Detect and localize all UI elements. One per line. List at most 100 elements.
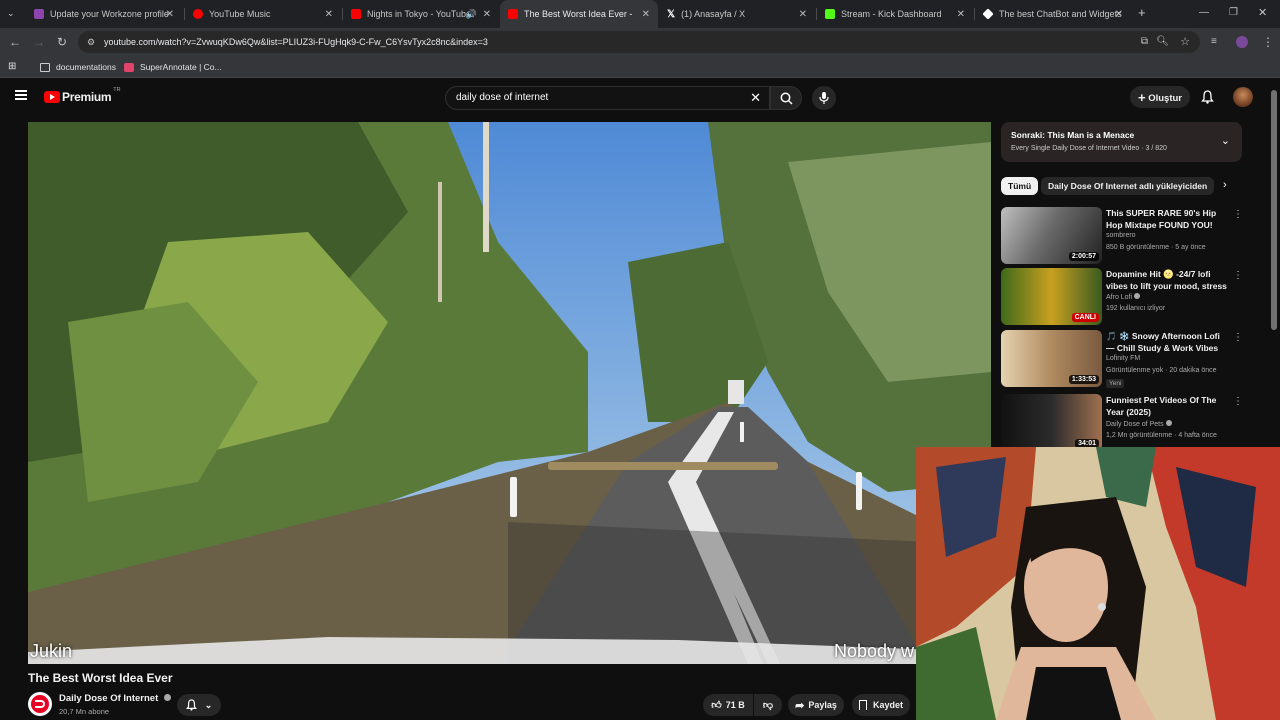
video-thumbnail[interactable]: 1:33:53 xyxy=(1001,330,1102,387)
channel-name[interactable]: Daily Dose Of Internet xyxy=(59,693,171,704)
close-tab-icon[interactable]: ✕ xyxy=(483,9,491,20)
recommendation-item[interactable]: 34:01 Funniest Pet Videos Of The Year (2… xyxy=(1001,394,1246,452)
bookmark-superannotate[interactable]: SuperAnnotate | Co... xyxy=(124,56,222,78)
chevron-down-icon[interactable]: ⌄ xyxy=(1221,134,1230,147)
save-button[interactable]: Kaydet xyxy=(852,694,910,716)
back-icon[interactable]: ← xyxy=(9,28,21,56)
chevron-right-icon[interactable]: › xyxy=(1223,179,1227,191)
create-button[interactable]: + Oluştur xyxy=(1130,86,1190,108)
more-options-icon[interactable]: ⋮ xyxy=(1233,209,1243,220)
audio-playing-icon[interactable]: 🔊 xyxy=(466,9,477,20)
chip-from-uploader[interactable]: Daily Dose Of Internet adlı yükleyiciden xyxy=(1041,177,1215,195)
bookmarks-bar: ⊞ documentations SuperAnnotate | Co... xyxy=(0,56,1280,78)
video-title[interactable]: 🎵 ❄️ Snowy Afternoon Lofi — Chill Study … xyxy=(1106,330,1230,354)
minimize-icon[interactable]: — xyxy=(1199,0,1209,27)
video-title[interactable]: This SUPER RARE 90's Hip Hop Mixtape FOU… xyxy=(1106,207,1230,231)
close-tab-icon[interactable]: ✕ xyxy=(325,9,333,20)
forward-icon[interactable]: → xyxy=(33,28,45,56)
channel-name[interactable]: Lofinity FM xyxy=(1106,355,1140,362)
search-input[interactable]: daily dose of internet ✕ xyxy=(445,86,770,110)
microphone-icon xyxy=(819,92,829,104)
close-tab-icon[interactable]: ✕ xyxy=(1115,9,1123,20)
channel-name[interactable]: sombrero xyxy=(1106,232,1136,239)
browser-tab-strip: ⌄ Update your Workzone profile ✕ YouTube… xyxy=(0,0,1280,28)
more-options-icon[interactable]: ⋮ xyxy=(1233,396,1243,407)
folder-icon xyxy=(40,62,50,72)
youtube-favicon-icon xyxy=(351,9,361,19)
channel-name[interactable]: Daily Dose of Pets xyxy=(1106,420,1172,428)
dislike-button[interactable]: 👎︎ xyxy=(754,694,782,716)
more-options-icon[interactable]: ⋮ xyxy=(1233,270,1243,281)
clear-search-icon[interactable]: ✕ xyxy=(750,87,761,109)
tab-workzone[interactable]: Update your Workzone profile ✕ xyxy=(26,0,182,28)
channel-name[interactable]: Afro Lofi xyxy=(1106,293,1141,301)
save-bookmark-icon xyxy=(858,700,867,710)
video-caption-right: Nobody w xyxy=(834,641,915,661)
video-meta: Görüntülenme yok · 20 dakika önce xyxy=(1106,367,1217,374)
browser-toolbar: ← → ↻ ⚙ youtube.com/watch?v=ZvwuqKDw6Qw&… xyxy=(0,28,1280,56)
subscribe-notifications-button[interactable]: ⌄ xyxy=(177,694,221,716)
reload-icon[interactable]: ↻ xyxy=(57,28,67,56)
video-title[interactable]: Dopamine Hit 🌝 -24/7 lofi vibes to lift … xyxy=(1106,268,1230,292)
youtube-logo[interactable]: Premium TR xyxy=(44,87,121,104)
tab-label: Stream - Kick Dashboard xyxy=(841,9,942,19)
close-tab-icon[interactable]: ✕ xyxy=(166,9,174,20)
recommendation-item[interactable]: 1:33:53 🎵 ❄️ Snowy Afternoon Lofi — Chil… xyxy=(1001,330,1246,388)
profile-icon[interactable] xyxy=(1236,36,1248,48)
close-tab-icon[interactable]: ✕ xyxy=(957,9,965,20)
channel-avatar[interactable] xyxy=(28,692,52,716)
guide-menu-icon[interactable] xyxy=(15,90,27,100)
workzone-favicon-icon xyxy=(34,9,44,19)
tab-youtube-music[interactable]: YouTube Music ✕ xyxy=(185,0,341,28)
thumbs-down-icon: 👎︎ xyxy=(762,700,774,711)
close-window-icon[interactable]: ✕ xyxy=(1258,0,1267,27)
notifications-bell-icon[interactable] xyxy=(1201,90,1214,109)
cast-icon[interactable]: ⧉ xyxy=(1141,31,1148,53)
voice-search-button[interactable] xyxy=(812,86,836,110)
recommendation-item[interactable]: CANLI Dopamine Hit 🌝 -24/7 lofi vibes to… xyxy=(1001,268,1246,326)
address-bar[interactable]: ⚙ youtube.com/watch?v=ZvwuqKDw6Qw&list=P… xyxy=(78,31,1200,53)
share-button[interactable]: ➦ Paylaş xyxy=(788,694,844,716)
bookmark-star-icon[interactable]: ☆ xyxy=(1180,31,1190,53)
apps-grid-icon[interactable]: ⊞ xyxy=(8,56,16,78)
create-label: Oluştur xyxy=(1148,93,1182,104)
bookmark-documentations[interactable]: documentations xyxy=(40,56,116,78)
playlist-panel-header[interactable]: Sonraki: This Man is a Menace Every Sing… xyxy=(1001,122,1242,162)
like-button[interactable]: 👍︎ 71 B xyxy=(703,694,753,716)
tab-label: YouTube Music xyxy=(209,9,271,19)
tab-nights-in-tokyo[interactable]: Nights in Tokyo - YouTube 🔊 ✕ xyxy=(343,0,499,28)
tab-x-home[interactable]: 𝕏 (1) Anasayfa / X ✕ xyxy=(659,0,815,28)
more-options-icon[interactable]: ⋮ xyxy=(1233,332,1243,343)
site-info-icon[interactable]: ⚙ xyxy=(87,31,95,53)
video-player[interactable]: Jukin Nobody w xyxy=(28,122,991,664)
video-duration: 2:00:57 xyxy=(1068,252,1099,261)
youtube-masthead: Premium TR daily dose of internet ✕ + Ol… xyxy=(0,78,1280,118)
search-button[interactable] xyxy=(770,86,802,110)
account-avatar[interactable] xyxy=(1233,87,1253,107)
chip-all[interactable]: Tümü xyxy=(1001,177,1039,195)
video-thumbnail[interactable]: CANLI xyxy=(1001,268,1102,325)
close-tab-icon[interactable]: ✕ xyxy=(642,9,650,20)
video-title[interactable]: Funniest Pet Videos Of The Year (2025) xyxy=(1106,394,1230,418)
tab-search-icon[interactable]: ⌄ xyxy=(7,0,15,27)
video-duration: 1:33:53 xyxy=(1068,375,1099,384)
verified-badge-icon xyxy=(1165,420,1172,426)
thumbs-up-icon: 👍︎ xyxy=(711,700,722,711)
verified-badge-icon xyxy=(1134,293,1141,299)
new-tab-icon[interactable]: + xyxy=(1138,0,1146,27)
tab-label: (1) Anasayfa / X xyxy=(681,9,746,19)
restore-icon[interactable]: ❐ xyxy=(1229,0,1238,27)
tab-best-worst-idea[interactable]: The Best Worst Idea Ever - YouTube ✕ xyxy=(500,0,658,28)
video-thumbnail[interactable]: 2:00:57 xyxy=(1001,207,1102,264)
recommendation-item[interactable]: 2:00:57 This SUPER RARE 90's Hip Hop Mix… xyxy=(1001,207,1246,265)
menu-kebab-icon[interactable]: ⋮ xyxy=(1262,28,1274,56)
tab-chatbot-widgets[interactable]: The best ChatBot and Widgets ✕ xyxy=(975,0,1131,28)
search-icon xyxy=(780,92,793,105)
playlist-next-title: Sonraki: This Man is a Menace xyxy=(1011,130,1135,140)
tab-kick-dashboard[interactable]: Stream - Kick Dashboard ✕ xyxy=(817,0,973,28)
video-thumbnail[interactable]: 34:01 xyxy=(1001,394,1102,451)
media-control-icon[interactable]: ≡ xyxy=(1211,28,1217,56)
page-scrollbar[interactable] xyxy=(1271,90,1277,330)
close-tab-icon[interactable]: ✕ xyxy=(799,9,807,20)
zoom-icon[interactable]: 🔍︎ xyxy=(1156,31,1169,53)
